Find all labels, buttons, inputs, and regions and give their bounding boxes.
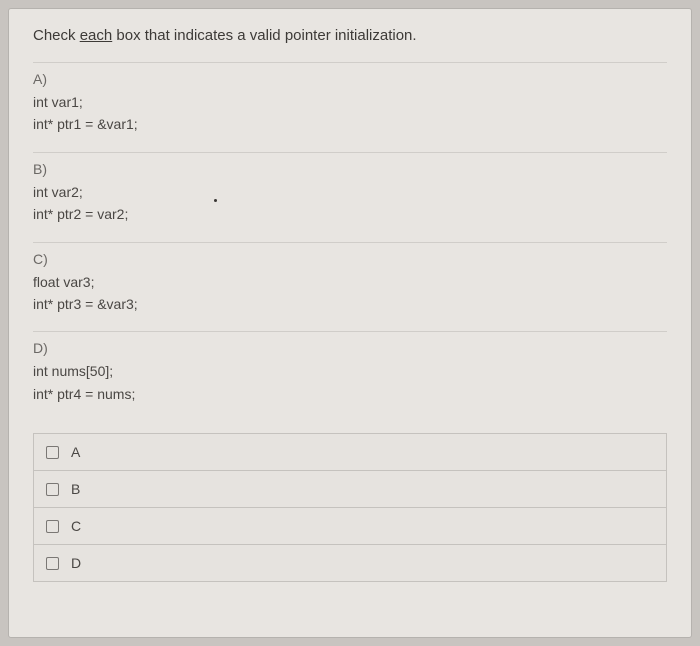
answer-label: B [71, 481, 80, 497]
checkbox-c[interactable] [46, 520, 59, 533]
option-label: A) [33, 71, 667, 87]
checkbox-a[interactable] [46, 446, 59, 459]
answer-label: D [71, 555, 81, 571]
question-prompt: Check each box that indicates a valid po… [33, 27, 667, 44]
option-label: B) [33, 161, 667, 177]
option-label: D) [33, 340, 667, 356]
answer-row-b[interactable]: B [33, 470, 667, 507]
option-d: D) int nums[50]; int* ptr4 = nums; [33, 331, 667, 405]
answer-row-a[interactable]: A [33, 433, 667, 470]
code-line: int* ptr1 = &var1; [33, 113, 667, 135]
question-underlined: each [80, 27, 113, 44]
code-line: int* ptr3 = &var3; [33, 293, 667, 315]
answer-row-d[interactable]: D [33, 544, 667, 582]
answer-label: A [71, 444, 80, 460]
code-line: int var1; [33, 91, 667, 113]
question-prefix: Check [33, 27, 80, 44]
checkbox-b[interactable] [46, 483, 59, 496]
code-line: int* ptr2 = var2; [33, 203, 667, 225]
answer-list: A B C D [33, 433, 667, 582]
code-line: int nums[50]; [33, 360, 667, 382]
question-card: Check each box that indicates a valid po… [8, 8, 692, 638]
question-suffix: box that indicates a valid pointer initi… [112, 27, 416, 44]
checkbox-d[interactable] [46, 557, 59, 570]
code-line: float var3; [33, 271, 667, 293]
option-c: C) float var3; int* ptr3 = &var3; [33, 242, 667, 316]
answer-label: C [71, 518, 81, 534]
code-line: int var2; [33, 181, 667, 203]
artifact-dot [214, 199, 217, 202]
option-a: A) int var1; int* ptr1 = &var1; [33, 62, 667, 136]
answer-row-c[interactable]: C [33, 507, 667, 544]
code-line: int* ptr4 = nums; [33, 383, 667, 405]
option-label: C) [33, 251, 667, 267]
option-b: B) int var2; int* ptr2 = var2; [33, 152, 667, 226]
